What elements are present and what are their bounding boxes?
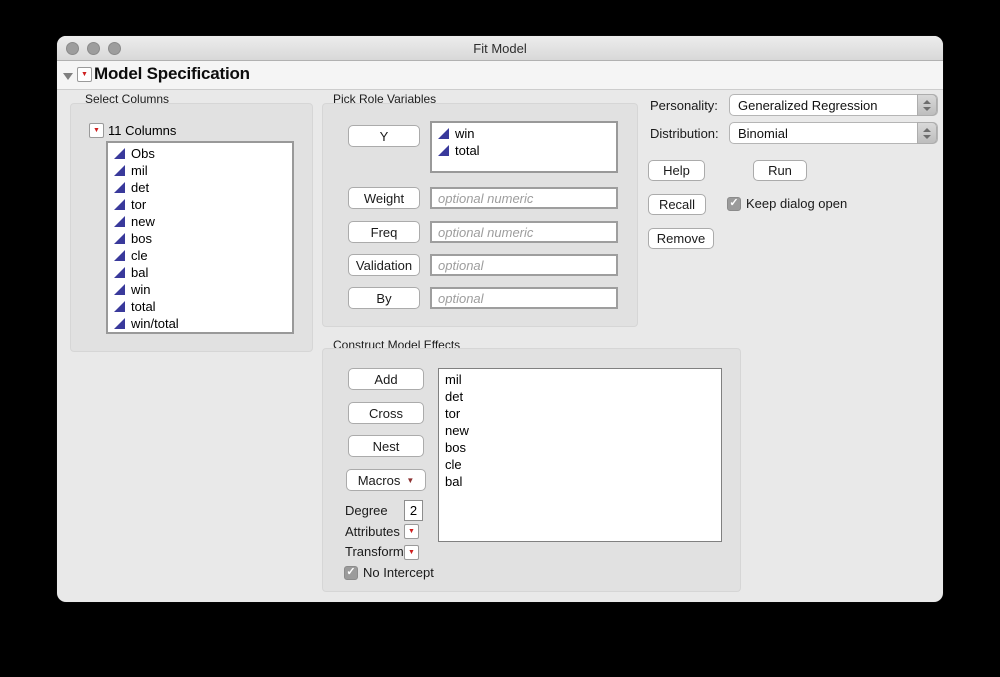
- attributes-label: Attributes: [345, 524, 400, 539]
- columns-listbox[interactable]: Obs mil det tor new bos cle bal win tota…: [106, 141, 294, 334]
- column-name: Obs: [131, 146, 155, 161]
- personality-dropdown[interactable]: Generalized Regression: [729, 94, 938, 116]
- columns-count-label: 11 Columns: [108, 123, 177, 138]
- freq-field[interactable]: [430, 221, 618, 243]
- no-intercept-checkbox[interactable]: ✓: [344, 565, 358, 580]
- column-list-item[interactable]: bos: [108, 230, 292, 247]
- fit-model-window: Fit Model ▼ Model Specification Select C…: [57, 36, 943, 602]
- page-title: Model Specification: [94, 64, 250, 83]
- column-list-item[interactable]: cle: [108, 247, 292, 264]
- recall-button[interactable]: Recall: [648, 194, 706, 215]
- by-field[interactable]: [430, 287, 618, 309]
- y-variable-item[interactable]: total: [432, 142, 616, 159]
- transform-red-triangle-icon[interactable]: ▼: [404, 545, 419, 560]
- window-title: Fit Model: [473, 41, 527, 56]
- continuous-variable-icon: [114, 233, 125, 244]
- effect-list-item[interactable]: bos: [439, 440, 721, 457]
- column-name: bal: [131, 265, 149, 280]
- continuous-variable-icon: [114, 216, 125, 227]
- no-intercept-label: No Intercept: [363, 565, 434, 580]
- column-name: det: [131, 180, 150, 195]
- effect-list-item[interactable]: bal: [439, 474, 721, 491]
- column-list-item[interactable]: bal: [108, 264, 292, 281]
- column-name: bos: [131, 231, 152, 246]
- column-name: win/total: [131, 316, 179, 331]
- column-list-item[interactable]: tor: [108, 196, 292, 213]
- macros-label: Macros: [357, 472, 401, 488]
- effect-list-item[interactable]: cle: [439, 457, 721, 474]
- model-specification-header: ▼ Model Specification: [57, 61, 943, 90]
- column-list-item[interactable]: new: [108, 213, 292, 230]
- effect-list-item[interactable]: mil: [439, 372, 721, 389]
- red-triangle-menu-icon[interactable]: ▼: [77, 67, 92, 82]
- model-effects-listbox[interactable]: mil det tor new bos cle bal: [438, 368, 722, 542]
- distribution-dropdown[interactable]: Binomial: [729, 122, 938, 144]
- effect-list-item[interactable]: det: [439, 389, 721, 406]
- weight-field[interactable]: [430, 187, 618, 209]
- continuous-variable-icon: [114, 148, 125, 159]
- continuous-variable-icon: [114, 199, 125, 210]
- by-role-button[interactable]: By: [348, 287, 420, 309]
- continuous-variable-icon: [438, 145, 449, 156]
- continuous-variable-icon: [438, 128, 449, 139]
- attributes-red-triangle-icon[interactable]: ▼: [404, 524, 419, 539]
- y-variables-listbox[interactable]: win total: [430, 121, 618, 173]
- column-list-item[interactable]: total: [108, 298, 292, 315]
- keep-dialog-open-checkbox[interactable]: ✓: [727, 196, 741, 211]
- column-list-item[interactable]: win: [108, 281, 292, 298]
- y-variable-name: total: [455, 143, 480, 158]
- dropdown-stepper-icon: [917, 94, 937, 116]
- column-name: total: [131, 299, 156, 314]
- nest-button[interactable]: Nest: [348, 435, 424, 457]
- help-button[interactable]: Help: [648, 160, 705, 181]
- column-name: new: [131, 214, 155, 229]
- transform-label: Transform: [345, 544, 404, 559]
- validation-field[interactable]: [430, 254, 618, 276]
- column-list-item[interactable]: Obs: [108, 145, 292, 162]
- columns-red-triangle-icon[interactable]: ▼: [89, 123, 104, 138]
- column-list-item[interactable]: win/total: [108, 315, 292, 332]
- continuous-variable-icon: [114, 284, 125, 295]
- degree-input[interactable]: 2: [404, 500, 423, 521]
- continuous-variable-icon: [114, 301, 125, 312]
- column-list-item[interactable]: mil: [108, 162, 292, 179]
- effect-list-item[interactable]: tor: [439, 406, 721, 423]
- dropdown-stepper-icon: [917, 122, 937, 144]
- distribution-label: Distribution:: [650, 126, 719, 141]
- effect-list-item[interactable]: new: [439, 423, 721, 440]
- freq-role-button[interactable]: Freq: [348, 221, 420, 243]
- column-name: cle: [131, 248, 148, 263]
- distribution-value: Binomial: [738, 125, 788, 141]
- continuous-variable-icon: [114, 165, 125, 176]
- y-variable-item[interactable]: win: [432, 125, 616, 142]
- validation-role-button[interactable]: Validation: [348, 254, 420, 276]
- run-button[interactable]: Run: [753, 160, 807, 181]
- continuous-variable-icon: [114, 267, 125, 278]
- column-name: mil: [131, 163, 148, 178]
- cross-button[interactable]: Cross: [348, 402, 424, 424]
- continuous-variable-icon: [114, 318, 125, 329]
- macros-button[interactable]: Macros ▼: [346, 469, 426, 491]
- personality-value: Generalized Regression: [738, 97, 878, 113]
- macros-dropdown-arrow-icon: ▼: [406, 475, 415, 485]
- keep-dialog-open-label: Keep dialog open: [746, 196, 848, 211]
- y-variable-name: win: [455, 126, 475, 141]
- add-button[interactable]: Add: [348, 368, 424, 390]
- y-role-button[interactable]: Y: [348, 125, 420, 147]
- column-name: tor: [131, 197, 147, 212]
- remove-button[interactable]: Remove: [648, 228, 714, 249]
- weight-role-button[interactable]: Weight: [348, 187, 420, 209]
- continuous-variable-icon: [114, 182, 125, 193]
- personality-label: Personality:: [650, 98, 718, 113]
- column-list-item[interactable]: det: [108, 179, 292, 196]
- title-bar[interactable]: Fit Model: [57, 36, 943, 61]
- column-name: win: [131, 282, 151, 297]
- continuous-variable-icon: [114, 250, 125, 261]
- degree-label: Degree: [345, 503, 388, 518]
- disclosure-triangle-icon[interactable]: [63, 73, 73, 80]
